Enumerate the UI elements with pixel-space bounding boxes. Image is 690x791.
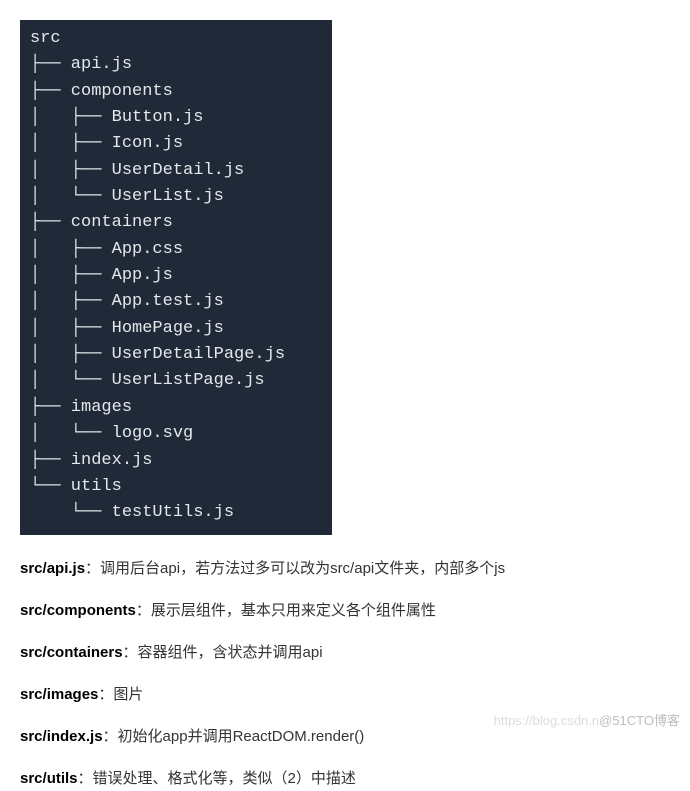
description-text: ：容器组件，含状态并调用api bbox=[123, 644, 323, 661]
description-item: src/api.js：调用后台api，若方法过多可以改为src/api文件夹，内… bbox=[20, 557, 670, 581]
tree-line: │ ├── UserDetail.js bbox=[30, 161, 244, 180]
description-item: src/components：展示层组件，基本只用来定义各个组件属性 bbox=[20, 599, 670, 623]
tree-line: │ └── UserList.js bbox=[30, 187, 224, 206]
tree-line: ├── api.js bbox=[30, 55, 132, 74]
description-item: src/utils：错误处理、格式化等，类似（2）中描述 bbox=[20, 767, 670, 791]
tree-line: └── testUtils.js bbox=[30, 503, 234, 522]
description-text: ：错误处理、格式化等，类似（2）中描述 bbox=[78, 770, 356, 787]
tree-line: ├── index.js bbox=[30, 451, 152, 470]
file-tree: src ├── api.js ├── components │ ├── Butt… bbox=[20, 20, 332, 535]
tree-line: │ ├── UserDetailPage.js bbox=[30, 345, 285, 364]
tree-line: │ └── logo.svg bbox=[30, 424, 193, 443]
description-term: src/containers bbox=[20, 644, 123, 661]
watermark-faint: https://blog.csdn.n bbox=[494, 713, 600, 728]
tree-line: ├── images bbox=[30, 398, 132, 417]
tree-line: │ ├── Icon.js bbox=[30, 134, 183, 153]
tree-line: │ ├── Button.js bbox=[30, 108, 203, 127]
description-list: src/api.js：调用后台api，若方法过多可以改为src/api文件夹，内… bbox=[20, 557, 670, 791]
description-term: src/index.js bbox=[20, 728, 103, 745]
description-text: ：调用后台api，若方法过多可以改为src/api文件夹，内部多个js bbox=[85, 560, 505, 577]
description-term: src/utils bbox=[20, 770, 78, 787]
description-text: ：初始化app并调用ReactDOM.render() bbox=[103, 728, 365, 745]
description-item: src/containers：容器组件，含状态并调用api bbox=[20, 641, 670, 665]
description-term: src/images bbox=[20, 686, 98, 703]
description-term: src/api.js bbox=[20, 560, 85, 577]
tree-line: │ ├── HomePage.js bbox=[30, 319, 224, 338]
tree-line: └── utils bbox=[30, 477, 122, 496]
tree-line: │ ├── App.css bbox=[30, 240, 183, 259]
tree-line: ├── components bbox=[30, 82, 173, 101]
tree-line: ├── containers bbox=[30, 213, 173, 232]
tree-line: │ └── UserListPage.js bbox=[30, 371, 265, 390]
tree-line: src bbox=[30, 29, 61, 48]
tree-line: │ ├── App.js bbox=[30, 266, 173, 285]
tree-line: │ ├── App.test.js bbox=[30, 292, 224, 311]
description-text: ：展示层组件，基本只用来定义各个组件属性 bbox=[136, 602, 436, 619]
watermark-main: @51CTO博客 bbox=[599, 713, 680, 728]
description-term: src/components bbox=[20, 602, 136, 619]
description-item: src/images：图片 bbox=[20, 683, 670, 707]
watermark: https://blog.csdn.n@51CTO博客 bbox=[494, 710, 680, 729]
description-text: ：图片 bbox=[98, 686, 143, 703]
